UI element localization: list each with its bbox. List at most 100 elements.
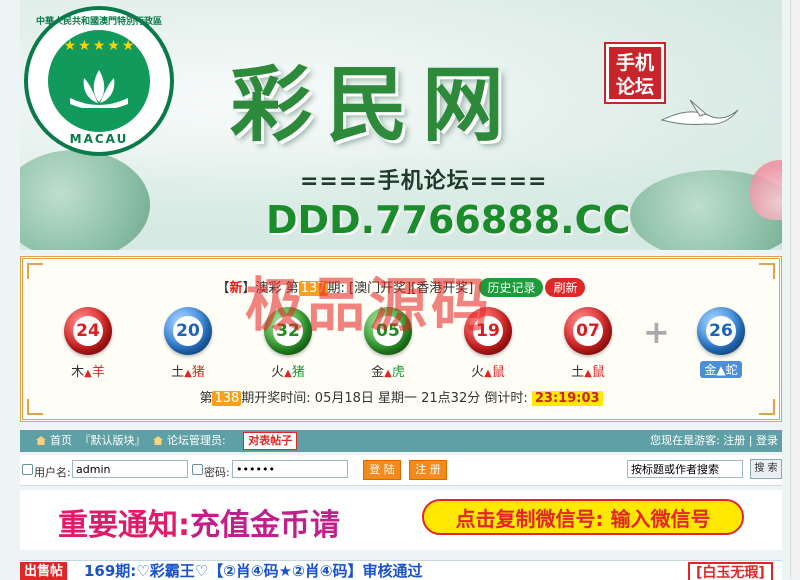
next-period: 138: [212, 391, 242, 406]
lottery-ball: 32: [264, 307, 312, 355]
home-icon: [36, 436, 46, 445]
copy-wechat-button[interactable]: 点击复制微信号: 输入微信号: [422, 499, 744, 535]
nav-left: 首页 『默认版块』 论坛管理员: 对表帖子: [36, 430, 298, 452]
ball-cell-1: 24 木▲羊: [53, 307, 123, 380]
refresh-button[interactable]: 刷新: [545, 278, 586, 297]
register-button[interactable]: 注 册: [409, 460, 447, 480]
emblem-macau-text: MACAU: [69, 132, 129, 146]
important-notice: 重要通知:充值金币请 点击复制微信号: 输入微信号: [20, 490, 782, 550]
banner: 中華人民共和國澳門特別行政區 ★★★★★ MACAU 彩民网 手机论坛 ====…: [20, 0, 782, 250]
macau-emblem: 中華人民共和國澳門特別行政區 ★★★★★ MACAU: [24, 6, 174, 156]
ball-animal: 猪: [191, 365, 205, 380]
header-game: 】澳彩 第: [242, 281, 299, 296]
ball-animal: 虎: [391, 365, 405, 380]
special-ball-number: 26: [706, 316, 736, 346]
special-zodiac: 金▲蛇: [700, 361, 742, 378]
ball-element: 土: [571, 365, 585, 380]
post-title[interactable]: 169期:♡彩霸王♡【②肖④码★②肖④码】审核通过: [84, 561, 422, 580]
login-button[interactable]: 登 陆: [363, 460, 401, 480]
header-bracket: 【: [216, 281, 230, 296]
home-link[interactable]: 首页: [50, 434, 72, 447]
search-button[interactable]: 搜 索: [750, 459, 782, 479]
ball-zodiac: 金▲虎: [353, 361, 423, 380]
draw-time: 期开奖时间: 05月18日 星期一 21点32分 倒计时:: [241, 391, 528, 406]
banner-subtitle: ====手机论坛====: [300, 169, 548, 194]
password-label: 密码:: [204, 466, 230, 479]
ball-cell-6: 07 土▲鼠: [553, 307, 623, 380]
ball-number: 32: [273, 316, 303, 346]
ball-number: 20: [173, 316, 203, 346]
ball-animal: 鼠: [591, 365, 605, 380]
header-period: 137: [298, 281, 328, 296]
username-input[interactable]: [72, 460, 188, 478]
ball-row: 24 木▲羊 20 土▲猪 32 火▲猪 05 金▲虎 19 火▲鼠 07 土▲…: [23, 307, 779, 387]
ball-zodiac: 土▲猪: [153, 361, 223, 380]
emblem-stars: ★★★★★: [63, 38, 137, 54]
ball-element: 木: [71, 365, 85, 380]
triangle-icon: ▲: [484, 368, 492, 379]
next-draw-info: 第 138 期开奖时间: 05月18日 星期一 21点32分 倒计时: 23:19:…: [23, 387, 779, 406]
lottery-panel: 【新】澳彩 第 137 期: [澳门开奖][香港开奖] 历史记录 刷新 24 木▲羊 …: [20, 256, 782, 422]
page: 中華人民共和國澳門特別行政區 ★★★★★ MACAU 彩民网 手机论坛 ====…: [0, 0, 800, 580]
login-bar: 用户名: 密码: 登 陆 注 册 搜 索: [20, 455, 782, 486]
macau-draw-link[interactable]: 期: [澳门开奖]: [328, 281, 412, 296]
new-tag: 新: [229, 281, 243, 296]
ball-cell-5: 19 火▲鼠: [453, 307, 523, 380]
notice-text-a: 重要通知:: [58, 508, 190, 543]
ball-animal: 猪: [291, 365, 305, 380]
hot-post-link[interactable]: 对表帖子: [243, 432, 298, 450]
search-input[interactable]: [627, 460, 743, 478]
for-sale-tag: 出售帖: [20, 562, 68, 580]
ball-animal: 鼠: [491, 365, 505, 380]
forum-seal: 手机论坛: [604, 42, 666, 104]
post-badge: [白玉无瑕]: [688, 562, 773, 580]
site-title: 彩民网: [230, 57, 519, 153]
special-ball-cell: 26 金▲蛇: [686, 307, 756, 378]
ball-element: 火: [271, 365, 285, 380]
draw-prefix: 第: [199, 391, 213, 406]
lottery-ball: 07: [564, 307, 612, 355]
emblem-lotus-icon: [70, 70, 128, 108]
ball-element: 火: [471, 365, 485, 380]
lottery-header: 【新】澳彩 第 137 期: [澳门开奖][香港开奖] 历史记录 刷新: [23, 277, 779, 297]
guest-status[interactable]: 您现在是游客: 注册 | 登录: [650, 430, 778, 452]
ball-number: 19: [473, 316, 503, 346]
post-row[interactable]: 出售帖 169期:♡彩霸王♡【②肖④码★②肖④码】审核通过 [白玉无瑕]: [20, 560, 782, 580]
default-board-link[interactable]: 『默认版块』: [80, 434, 146, 447]
ball-cell-3: 32 火▲猪: [253, 307, 323, 380]
scrollbar[interactable]: [790, 0, 800, 579]
lock-icon: [192, 464, 203, 475]
password-input[interactable]: [232, 460, 348, 478]
ball-number: 24: [73, 316, 103, 346]
ball-zodiac: 土▲鼠: [553, 361, 623, 380]
user-icon: [22, 464, 33, 475]
ball-animal: 羊: [91, 365, 105, 380]
forum-admin-label: 论坛管理员:: [167, 434, 226, 447]
triangle-icon: ▲: [284, 368, 292, 379]
lottery-ball: 20: [164, 307, 212, 355]
lottery-ball: 05: [364, 307, 412, 355]
lottery-ball: 19: [464, 307, 512, 355]
history-button[interactable]: 历史记录: [479, 278, 544, 297]
notice-text: 重要通知:充值金币请: [58, 500, 340, 544]
countdown-timer: 23:19:03: [531, 391, 603, 406]
ball-element: 土: [171, 365, 185, 380]
forum-navbar: 首页 『默认版块』 论坛管理员: 对表帖子 您现在是游客: 注册 | 登录: [20, 430, 782, 452]
ball-number: 07: [573, 316, 603, 346]
username-label: 用户名:: [34, 466, 71, 479]
ball-zodiac: 木▲羊: [53, 361, 123, 380]
crane-icon: [660, 99, 739, 125]
ball-zodiac: 火▲猪: [253, 361, 323, 380]
lottery-ball: 24: [64, 307, 112, 355]
special-ball: 26: [697, 307, 745, 355]
special-zodiac-wrap: 金▲蛇: [686, 361, 756, 378]
admin-icon: [153, 436, 163, 445]
triangle-icon: ▲: [184, 368, 192, 379]
ball-element: 金: [371, 365, 385, 380]
site-domain: DDD.7766888.CC: [266, 198, 631, 242]
triangle-icon: ▲: [584, 368, 592, 379]
plus-sign: +: [643, 313, 670, 351]
ball-cell-2: 20 土▲猪: [153, 307, 223, 380]
triangle-icon: ▲: [84, 368, 92, 379]
hk-draw-link[interactable]: [香港开奖]: [411, 281, 473, 296]
